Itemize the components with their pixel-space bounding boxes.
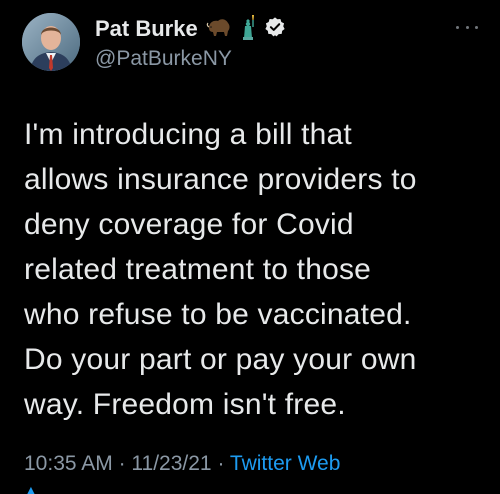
verified-badge-icon bbox=[264, 16, 286, 43]
dot bbox=[465, 25, 469, 29]
separator: · bbox=[217, 452, 225, 475]
dot bbox=[475, 25, 478, 29]
tweet-text-line: who refuse to be vaccinated. bbox=[24, 298, 412, 331]
statue-of-liberty-icon bbox=[240, 14, 258, 45]
cut-off-glyph: ▲ bbox=[24, 486, 38, 494]
tweet-card: Pat Burke @PatBurkeNY I'm introducing a … bbox=[0, 0, 500, 494]
separator: · bbox=[118, 452, 126, 475]
author-display-name[interactable]: Pat Burke bbox=[95, 16, 198, 42]
tweet-text-line: I'm introducing a bill that bbox=[24, 118, 352, 151]
tweet-text-line: deny coverage for Covid bbox=[24, 208, 354, 241]
tweet-text-line: related treatment to those bbox=[24, 253, 372, 286]
author-handle[interactable]: @PatBurkeNY bbox=[95, 47, 232, 71]
tweet-metadata: 10:35 AM · 11/23/21 · Twitter Web bbox=[24, 452, 340, 476]
dot bbox=[456, 25, 459, 29]
bison-icon bbox=[206, 16, 232, 43]
tweet-time[interactable]: 10:35 AM bbox=[24, 452, 113, 475]
tweet-date[interactable]: 11/23/21 bbox=[131, 452, 211, 475]
tweet-text-line: allows insurance providers to bbox=[24, 163, 417, 196]
author-name-row: Pat Burke bbox=[95, 14, 286, 44]
tweet-text-line: way. Freedom isn't free. bbox=[24, 388, 346, 421]
tweet-text-line: Do your part or pay your own bbox=[24, 343, 417, 376]
tweet-source-link[interactable]: Twitter Web bbox=[230, 452, 340, 475]
more-options-icon[interactable] bbox=[456, 22, 478, 32]
tweet-text: I'm introducing a bill that allows insur… bbox=[24, 112, 484, 427]
avatar[interactable] bbox=[22, 13, 80, 71]
